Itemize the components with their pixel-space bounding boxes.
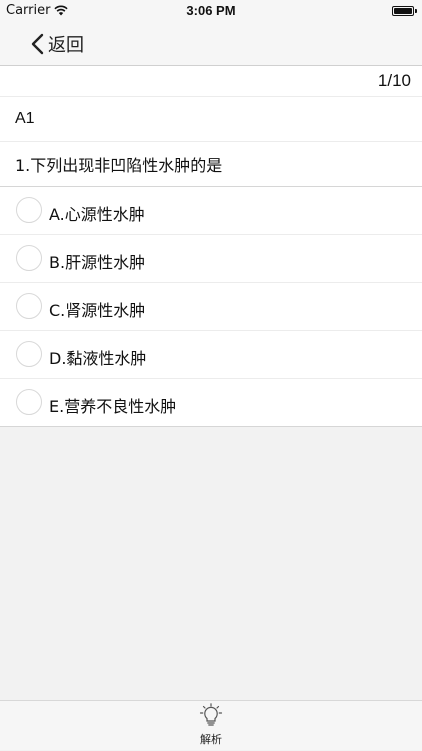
navigation-bar: 返回 [0,22,422,66]
question-text: 1.下列出现非凹陷性水肿的是 [0,142,422,187]
counter-row: 1/10 [0,66,422,97]
battery-fill [394,8,412,14]
status-time: 3:06 PM [186,3,236,18]
option-e[interactable]: E.营养不良性水肿 [0,379,422,427]
quiz-content: 1/10 A1 1.下列出现非凹陷性水肿的是 A.心源性水肿 B.肝源性水肿 C… [0,66,422,427]
option-label: A.心源性水肿 [49,205,145,224]
chevron-left-icon [31,33,44,55]
radio-button[interactable] [16,389,42,415]
option-label: D.黏液性水肿 [49,349,147,368]
radio-button[interactable] [16,197,42,223]
options-list: A.心源性水肿 B.肝源性水肿 C.肾源性水肿 D.黏液性水肿 E.营养不良性水… [0,187,422,427]
option-label: B.肝源性水肿 [49,253,146,272]
radio-button[interactable] [16,293,42,319]
section-label: A1 [0,97,422,142]
option-label: C.肾源性水肿 [49,301,146,320]
lightbulb-icon [199,703,223,726]
tab-bar: 解析 [0,700,422,750]
radio-button[interactable] [16,341,42,367]
option-d[interactable]: D.黏液性水肿 [0,331,422,379]
battery-icon [392,6,414,16]
analysis-tab[interactable]: 解析 [186,701,236,751]
analysis-tab-label: 解析 [200,733,222,746]
back-label: 返回 [48,35,84,56]
battery-nub [415,9,417,13]
option-b[interactable]: B.肝源性水肿 [0,235,422,283]
option-c[interactable]: C.肾源性水肿 [0,283,422,331]
status-bar: Carrier 3:06 PM [0,0,422,22]
option-label: E.营养不良性水肿 [49,397,177,416]
back-button[interactable]: 返回 [30,30,84,58]
question-counter: 1/10 [377,71,411,90]
option-a[interactable]: A.心源性水肿 [0,187,422,235]
radio-button[interactable] [16,245,42,271]
